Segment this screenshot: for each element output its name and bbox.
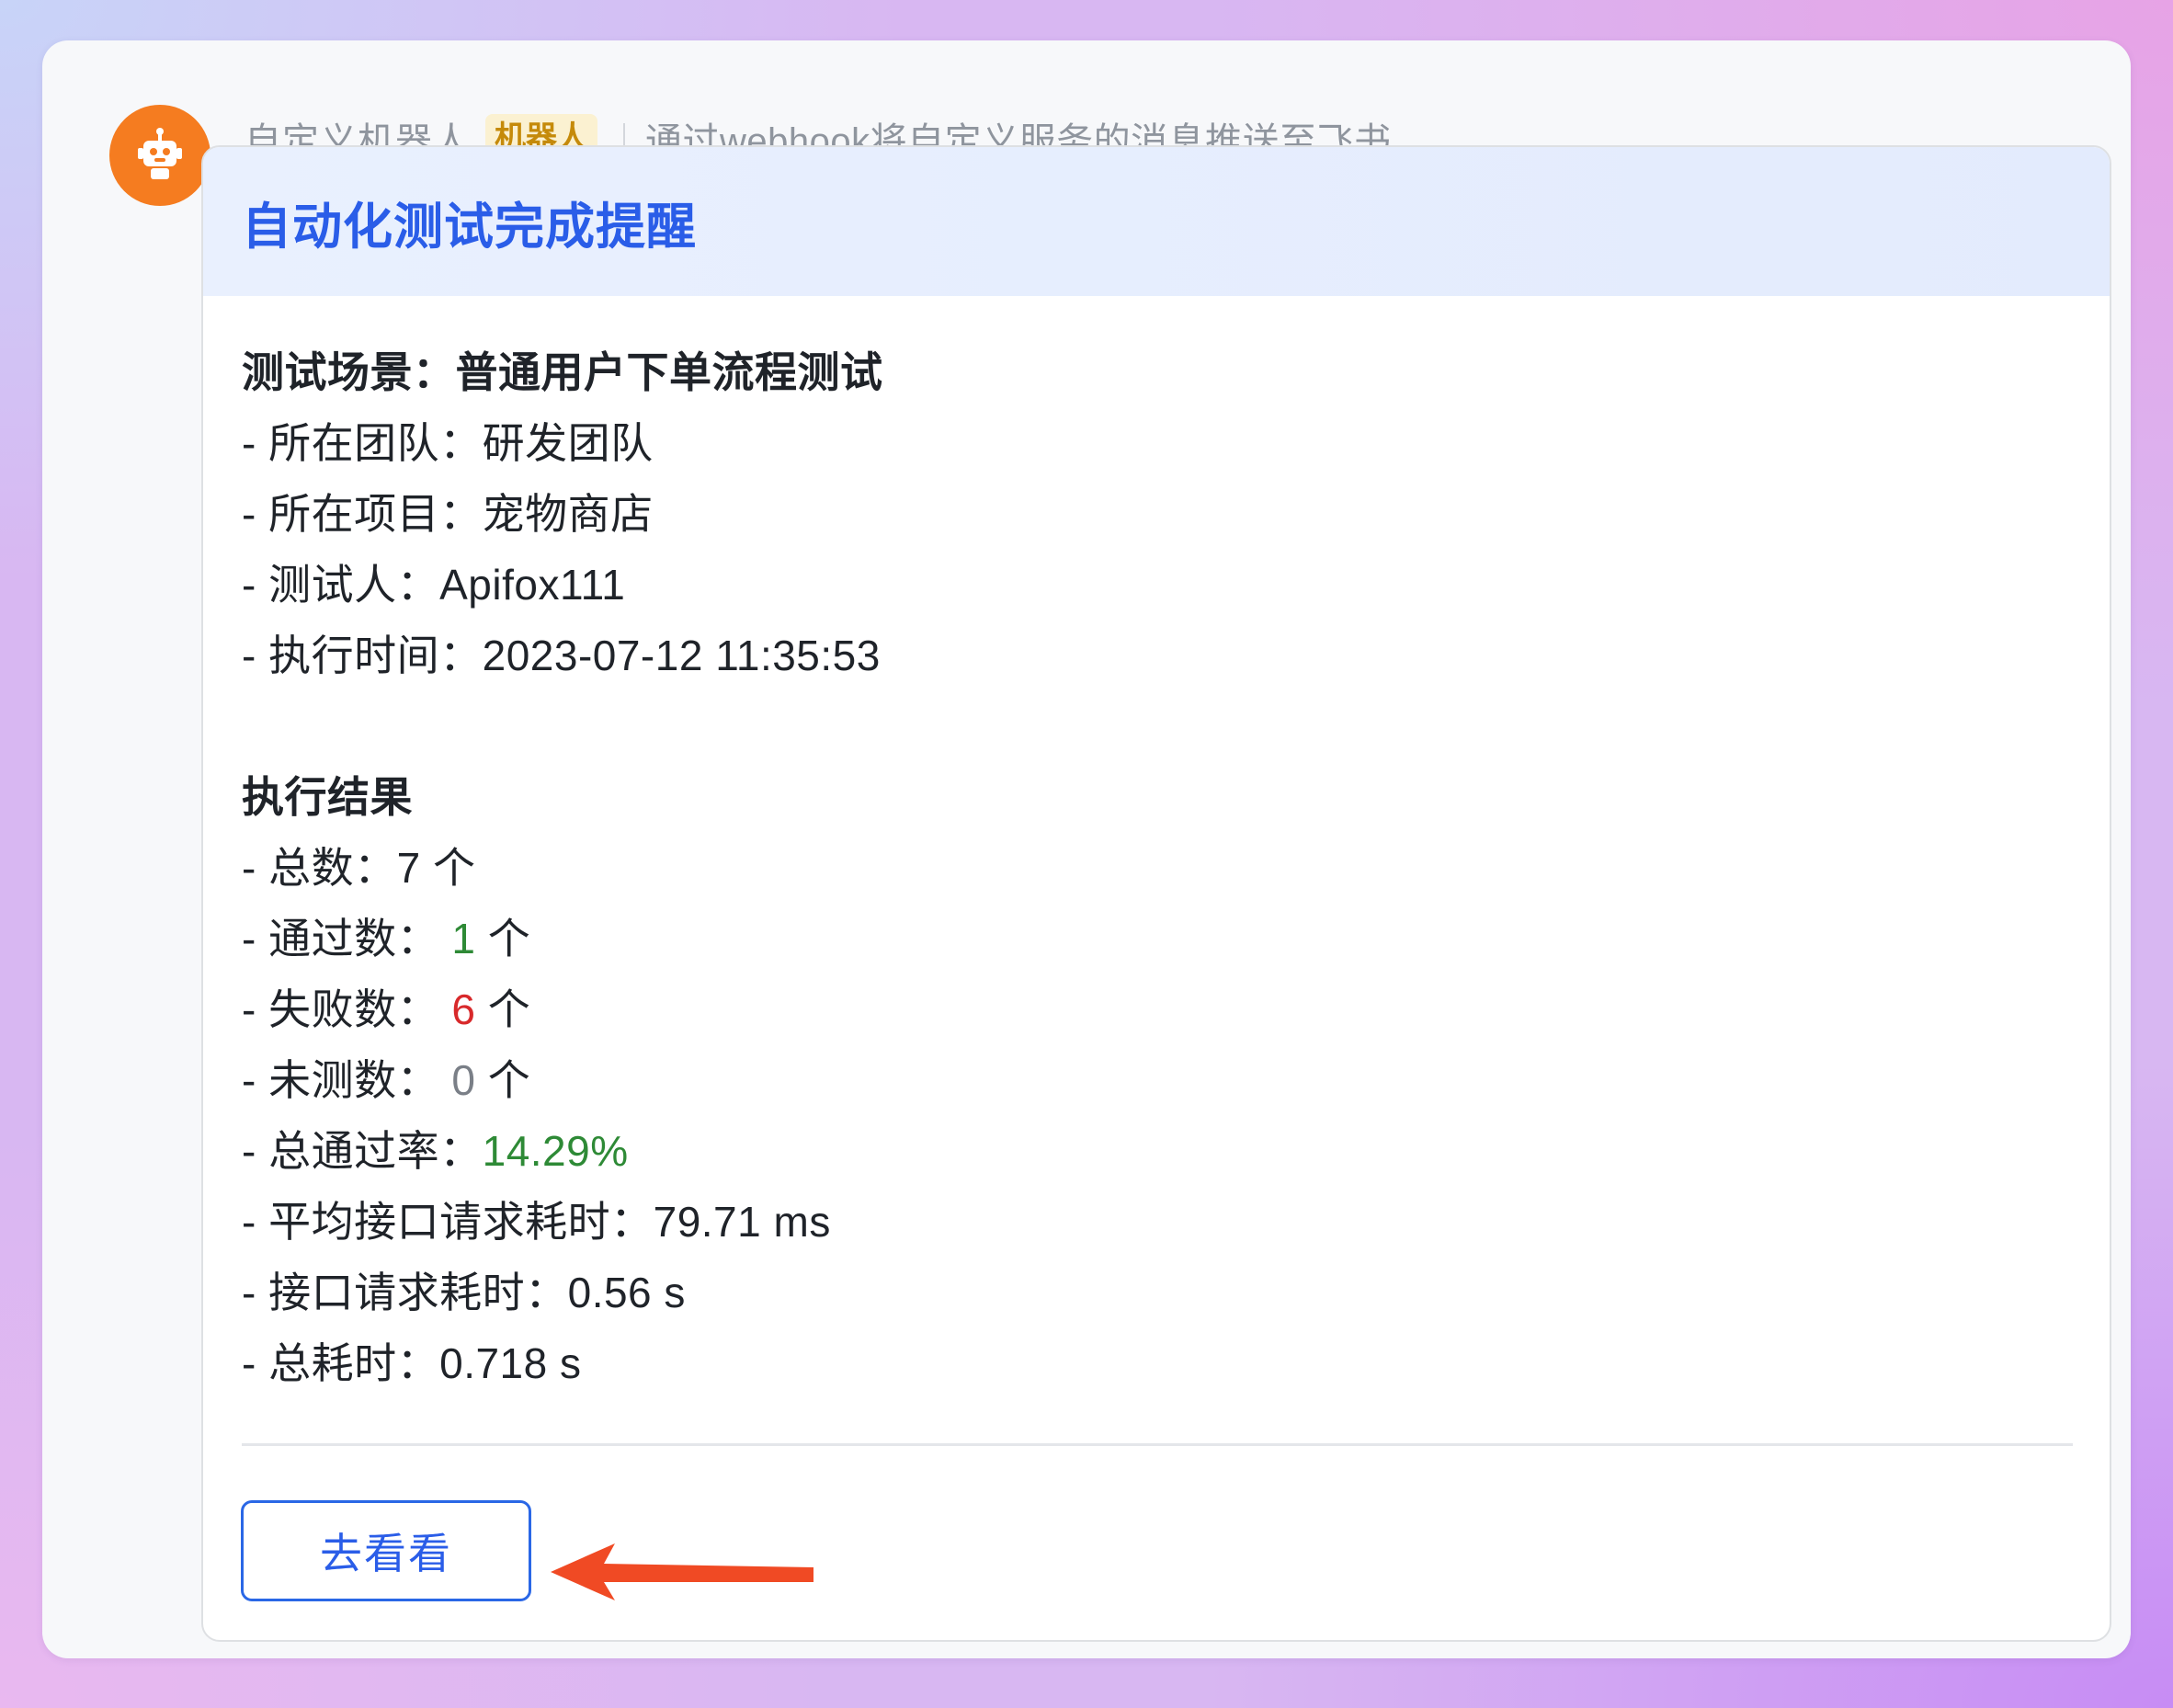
total-time-label: - 总耗时： [242, 1339, 440, 1387]
avg-time-value: 79.71 ms [653, 1198, 831, 1246]
passed-unit: 个 [487, 915, 531, 962]
total-value: 7 个 [396, 844, 476, 892]
untested-unit: 个 [487, 1056, 531, 1104]
total-label: - 总数： [242, 844, 397, 892]
passed-line: - 通过数： 1 个 [242, 904, 2071, 974]
time-value: 2023-07-12 11:35:53 [482, 632, 881, 679]
pass-rate-label: - 总通过率： [242, 1127, 483, 1175]
time-line: - 执行时间：2023-07-12 11:35:53 [242, 621, 2071, 691]
project-label: - 所在项目： [242, 490, 483, 538]
robot-icon [138, 128, 182, 179]
results-heading: 执行结果 [242, 773, 413, 821]
untested-value: 0 [451, 1056, 476, 1104]
message-card: 自动化测试完成提醒 测试场景：普通用户下单流程测试 - 所在团队：研发团队 - … [201, 145, 2111, 1642]
failed-unit: 个 [487, 985, 531, 1033]
request-time-label: - 接口请求耗时： [242, 1269, 568, 1316]
pass-rate-value: 14.29% [482, 1127, 629, 1175]
failed-value: 6 [451, 985, 476, 1033]
project-line: - 所在项目：宠物商店 [242, 479, 2071, 550]
go-view-button[interactable]: 去看看 [241, 1500, 531, 1601]
passed-label: - 通过数： [242, 915, 440, 962]
passed-value: 1 [451, 915, 476, 962]
arrow-annotation [551, 1543, 813, 1600]
test-scenario: 测试场景：普通用户下单流程测试 [242, 348, 883, 396]
project-value: 宠物商店 [482, 490, 654, 538]
card-header: 自动化测试完成提醒 [203, 147, 2110, 296]
request-time-value: 0.56 s [567, 1269, 686, 1316]
failed-label: - 失败数： [242, 985, 440, 1033]
tester-value: Apifox111 [439, 561, 626, 609]
card-body: 测试场景：普通用户下单流程测试 - 所在团队：研发团队 - 所在项目：宠物商店 … [203, 296, 2110, 1399]
pass-rate-line: - 总通过率：14.29% [242, 1116, 2071, 1187]
request-time-line: - 接口请求耗时：0.56 s [242, 1258, 2071, 1328]
failed-line: - 失败数： 6 个 [242, 974, 2071, 1045]
card-divider [242, 1443, 2073, 1446]
total-time-line: - 总耗时：0.718 s [242, 1328, 2071, 1399]
total-line: - 总数：7 个 [242, 833, 2071, 904]
avg-time-label: - 平均接口请求耗时： [242, 1198, 654, 1246]
team-line: - 所在团队：研发团队 [242, 408, 2071, 479]
untested-line: - 未测数： 0 个 [242, 1045, 2071, 1116]
time-label: - 执行时间： [242, 632, 483, 679]
tester-label: - 测试人： [242, 561, 440, 609]
avg-time-line: - 平均接口请求耗时：79.71 ms [242, 1187, 2071, 1258]
bot-avatar[interactable] [109, 105, 210, 206]
team-label: - 所在团队： [242, 419, 483, 467]
total-time-value: 0.718 s [439, 1339, 582, 1387]
team-value: 研发团队 [482, 419, 654, 467]
card-title: 自动化测试完成提醒 [242, 199, 697, 255]
tester-line: - 测试人：Apifox111 [242, 550, 2071, 621]
untested-label: - 未测数： [242, 1056, 440, 1104]
